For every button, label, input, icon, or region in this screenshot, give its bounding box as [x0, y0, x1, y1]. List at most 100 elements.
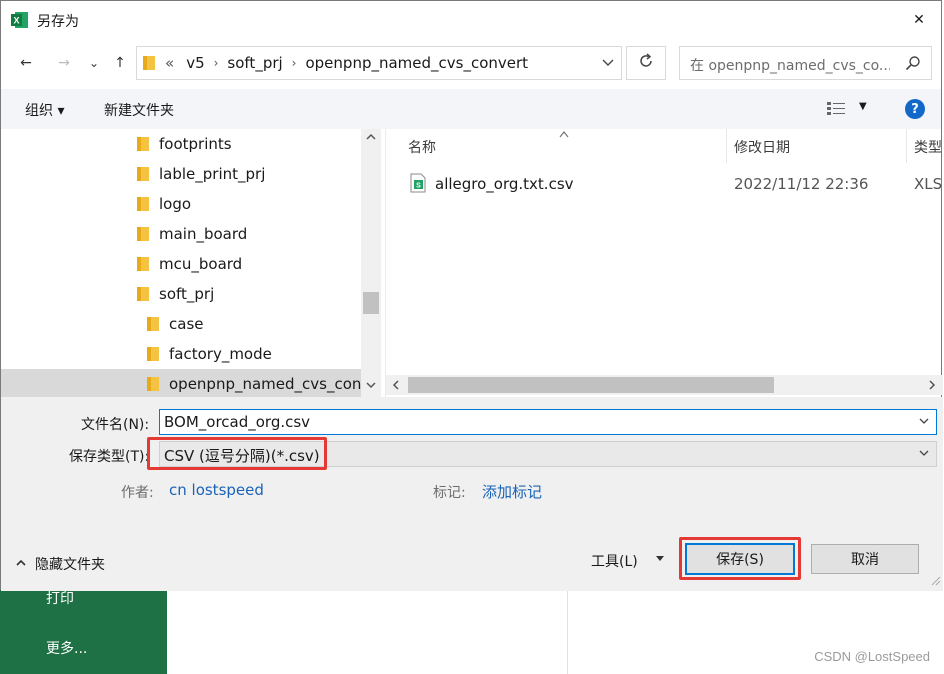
file-modified-date: 2022/11/12 22:36: [734, 175, 869, 193]
folder-icon: [143, 55, 157, 75]
file-list: 名称 修改日期 类型 S allegro_org.txt.csv 2022/11…: [386, 129, 943, 397]
title-bar: X 另存为 ✕: [1, 1, 941, 39]
file-row[interactable]: S allegro_org.txt.csv 2022/11/12 22:36 X…: [386, 169, 943, 199]
tree-item-label: footprints: [159, 135, 232, 153]
filetype-select[interactable]: CSV (逗号分隔)(*.csv): [159, 441, 937, 467]
address-bar[interactable]: « v5 › soft_prj › openpnp_named_cvs_conv…: [136, 46, 622, 80]
tree-item-label: mcu_board: [159, 255, 243, 273]
tree-item-label: case: [169, 315, 204, 333]
add-tags-link[interactable]: 添加标记: [482, 481, 542, 502]
backstage-print-item[interactable]: 打印: [46, 588, 74, 608]
tree-item-label: logo: [159, 195, 192, 213]
hide-folders-toggle[interactable]: 隐藏文件夹: [15, 554, 105, 574]
folder-icon: [136, 195, 150, 213]
search-input[interactable]: 在 openpnp_named_cvs_co...: [679, 46, 932, 80]
tree-item-logo[interactable]: logo: [1, 189, 361, 219]
tree-item-label: main_board: [159, 225, 248, 243]
hide-folders-label: 隐藏文件夹: [35, 557, 105, 573]
folder-icon: [146, 375, 160, 393]
back-arrow-icon[interactable]: ←: [13, 51, 39, 75]
csv-file-icon: S: [410, 173, 426, 197]
scroll-right-arrow-icon[interactable]: [926, 379, 938, 394]
tree-item-footprints[interactable]: footprints: [1, 129, 361, 159]
breadcrumb-current-folder[interactable]: openpnp_named_cvs_convert: [305, 54, 528, 72]
folder-icon: [136, 285, 150, 303]
filename-dropdown-chevron-icon[interactable]: [918, 415, 930, 431]
breadcrumb-soft-prj[interactable]: soft_prj: [227, 54, 282, 72]
folder-icon: [136, 135, 150, 153]
breadcrumb-v5[interactable]: v5: [186, 54, 204, 72]
scroll-down-arrow-icon[interactable]: [365, 379, 377, 394]
file-type: XLS: [914, 175, 943, 193]
folder-icon: [136, 225, 150, 243]
folder-icon: [146, 345, 160, 363]
breadcrumb-overflow[interactable]: «: [165, 54, 174, 72]
column-header-name[interactable]: 名称: [408, 137, 436, 157]
filetype-value: CSV (逗号分隔)(*.csv): [164, 447, 320, 465]
svg-text:S: S: [416, 183, 421, 190]
author-value-link[interactable]: cn lostspeed: [169, 481, 264, 499]
horizontal-scroll-thumb[interactable]: [408, 377, 774, 393]
view-dropdown-icon[interactable]: ▼: [859, 101, 867, 112]
filetype-dropdown-chevron-icon[interactable]: [918, 447, 930, 463]
file-name: allegro_org.txt.csv: [435, 175, 574, 193]
file-list-horizontal-scrollbar[interactable]: [386, 375, 943, 395]
recent-locations-chevron-icon[interactable]: ⌄: [81, 51, 107, 75]
help-icon[interactable]: ?: [905, 99, 925, 119]
tree-item-factory-mode[interactable]: factory_mode: [1, 339, 361, 369]
tree-item-openpnp-named-cvs-convert[interactable]: openpnp_named_cvs_conv: [1, 369, 370, 397]
folder-icon: [136, 165, 150, 183]
folder-icon: [146, 315, 160, 333]
scroll-up-arrow-icon[interactable]: [365, 131, 377, 146]
navigation-tree: footprints lable_print_prj logo main_boa…: [1, 129, 381, 397]
folder-icon: [136, 255, 150, 273]
tree-item-soft-prj[interactable]: soft_prj: [1, 279, 361, 309]
filetype-label: 保存类型(T):: [69, 449, 150, 465]
filename-label: 文件名(N):: [81, 417, 150, 433]
save-button[interactable]: 保存(S): [685, 543, 795, 575]
tree-item-label: soft_prj: [159, 285, 215, 303]
organize-menu-button[interactable]: 组织 ▾: [25, 100, 64, 120]
author-label: 作者:: [121, 485, 154, 501]
filename-value: BOM_orcad_org.csv: [164, 413, 311, 431]
forward-arrow-icon[interactable]: →: [51, 51, 77, 75]
save-as-dialog: X 另存为 ✕ ← → ⌄ ↑ « v5 › soft_prj › openpn…: [0, 0, 943, 591]
tags-label: 标记:: [433, 485, 466, 501]
tools-menu-button[interactable]: 工具(L): [591, 551, 638, 571]
tree-item-label: lable_print_prj: [159, 165, 266, 183]
column-separator[interactable]: [726, 129, 727, 163]
backstage-more-item[interactable]: 更多...: [46, 638, 87, 658]
excel-app-icon: X: [11, 11, 29, 29]
tree-item-case[interactable]: case: [1, 309, 361, 339]
search-placeholder: 在 openpnp_named_cvs_co...: [690, 58, 890, 74]
refresh-icon: [637, 52, 655, 74]
scroll-left-arrow-icon[interactable]: [390, 379, 402, 394]
watermark: CSDN @LostSpeed: [814, 649, 930, 664]
breadcrumb-separator[interactable]: ›: [292, 56, 297, 70]
backstage-divider: [567, 590, 568, 674]
close-icon[interactable]: ✕: [907, 9, 931, 31]
tree-item-main-board[interactable]: main_board: [1, 219, 361, 249]
tree-item-mcu-board[interactable]: mcu_board: [1, 249, 361, 279]
command-toolbar: 组织 ▾ 新建文件夹 ▼ ?: [1, 89, 941, 129]
address-dropdown-chevron-icon[interactable]: [601, 55, 615, 73]
breadcrumb-separator[interactable]: ›: [214, 56, 219, 70]
chevron-up-icon: [15, 556, 27, 572]
resize-grip-icon[interactable]: [931, 576, 941, 589]
column-separator[interactable]: [906, 129, 907, 163]
cancel-button[interactable]: 取消: [811, 544, 919, 574]
tree-vertical-scrollbar[interactable]: [361, 129, 381, 397]
tools-dropdown-icon[interactable]: [655, 553, 665, 566]
refresh-button[interactable]: [626, 46, 666, 80]
view-options-icon[interactable]: [827, 101, 847, 121]
new-folder-button[interactable]: 新建文件夹: [104, 100, 174, 120]
sort-ascending-icon: [558, 129, 570, 141]
column-header-type[interactable]: 类型: [914, 137, 942, 157]
svg-text:X: X: [13, 16, 19, 26]
column-header-modified[interactable]: 修改日期: [734, 137, 790, 157]
save-options-area: 文件名(N): BOM_orcad_org.csv 保存类型(T): CSV (…: [1, 397, 943, 591]
tree-item-lable-print-prj[interactable]: lable_print_prj: [1, 159, 361, 189]
filename-input[interactable]: BOM_orcad_org.csv: [159, 409, 937, 435]
up-arrow-icon[interactable]: ↑: [107, 51, 133, 75]
tree-scroll-thumb[interactable]: [363, 292, 379, 314]
